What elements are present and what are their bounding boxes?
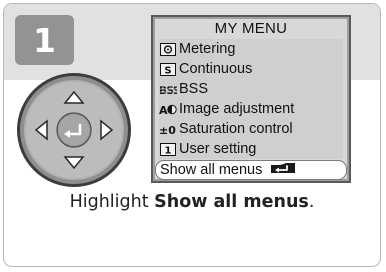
svg-text:1: 1 <box>165 145 172 156</box>
step-badge: 1 <box>15 15 74 65</box>
show-all-label: Show all menus <box>160 162 263 178</box>
show-all-menus-button[interactable]: Show all menus <box>155 160 347 180</box>
menu-item-continuous[interactable]: S Continuous <box>159 59 252 79</box>
menu-item-label: Continuous <box>179 61 253 77</box>
menu-list: Metering S Continuous BSS <box>159 39 343 159</box>
bss-icon: BSS <box>159 82 177 96</box>
user-setting-icon: 1 <box>159 142 177 156</box>
caption-bold: Show all menus <box>154 192 309 212</box>
instruction-card: 1 MY MENU Metering S Continuous BS BSS A… <box>3 3 381 267</box>
instruction-caption: Highlight Show all menus. <box>4 192 380 212</box>
menu-item-label: User setting <box>179 141 257 157</box>
menu-item-saturation-control[interactable]: ±0 Saturation control <box>159 119 293 139</box>
caption-suffix: . <box>308 192 315 212</box>
menu-item-bss[interactable]: BSS BSS <box>159 79 208 99</box>
image-adjustment-icon: A <box>159 102 177 116</box>
menu-item-label: Metering <box>179 41 236 57</box>
menu-item-label: BSS <box>179 81 209 97</box>
ok-button[interactable] <box>56 112 92 148</box>
menu-item-image-adjustment[interactable]: A Image adjustment <box>159 99 294 119</box>
svg-text:±0: ±0 <box>159 124 176 136</box>
lcd-screen: MY MENU Metering S Continuous BS BSS A I… <box>151 15 351 183</box>
menu-item-label: Image adjustment <box>179 101 295 117</box>
menu-title: MY MENU <box>214 20 288 37</box>
svg-text:BSS: BSS <box>159 85 177 96</box>
metering-icon <box>159 42 177 56</box>
saturation-control-icon: ±0 <box>159 122 177 136</box>
svg-text:S: S <box>164 65 171 76</box>
step-number: 1 <box>33 20 56 60</box>
caption-prefix: Highlight <box>69 192 155 212</box>
continuous-icon: S <box>159 62 177 76</box>
multi-selector[interactable] <box>14 70 134 190</box>
menu-item-user-setting[interactable]: 1 User setting <box>159 139 256 159</box>
svg-text:A: A <box>159 104 168 116</box>
enter-icon <box>268 161 298 179</box>
menu-item-label: Saturation control <box>179 121 293 137</box>
menu-item-metering[interactable]: Metering <box>159 39 235 59</box>
